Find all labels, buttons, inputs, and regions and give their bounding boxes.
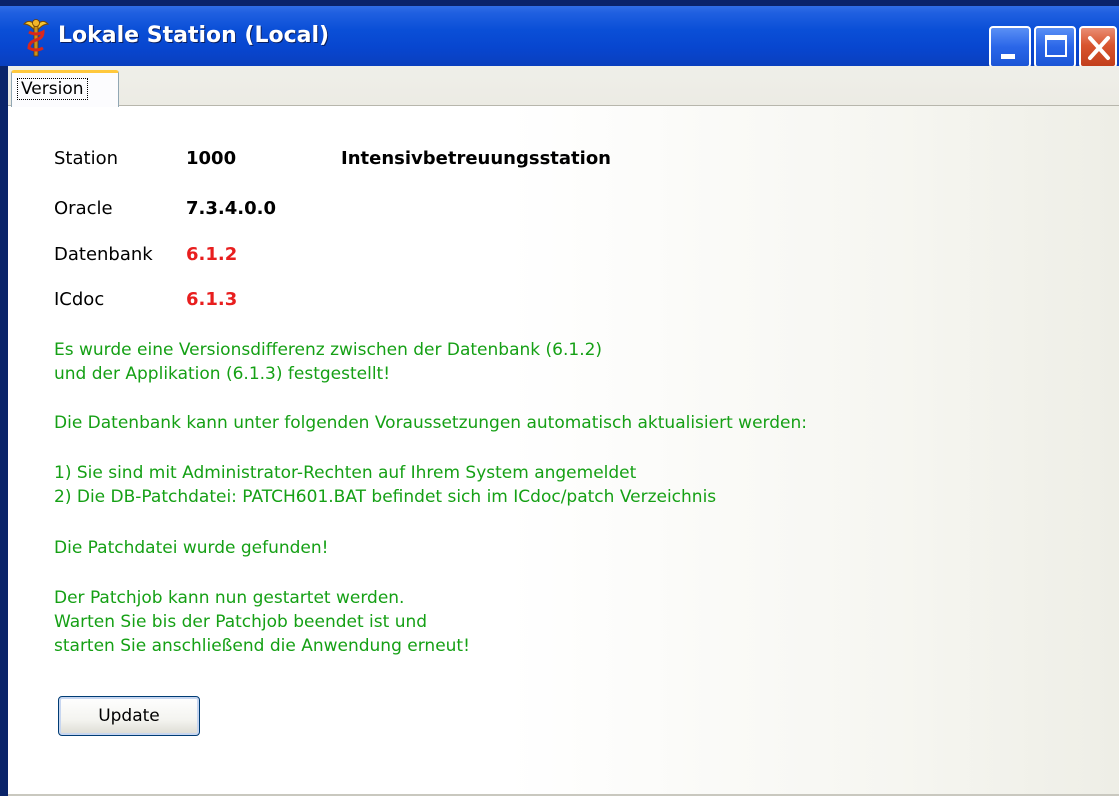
close-button[interactable] [1079,26,1117,68]
message-line: Es wurde eine Versionsdifferenz zwischen… [54,340,603,360]
icdoc-value: 6.1.3 [186,289,238,310]
message-line: Der Patchjob kann nun gestartet werden. [54,588,405,608]
minimize-icon [1001,54,1015,59]
message-line: 2) Die DB-Patchdatei: PATCH601.BAT befin… [54,487,717,507]
datenbank-value: 6.1.2 [186,244,238,265]
maximize-icon [1045,35,1067,57]
application-window: Lokale Station (Local) Version Station 1… [0,0,1119,796]
message-line: starten Sie anschließend die Anwendung e… [54,636,470,656]
update-button[interactable]: Update [58,696,200,736]
message-line: Warten Sie bis der Patchjob beendet ist … [54,612,428,632]
minimize-button[interactable] [989,26,1031,68]
tab-version[interactable]: Version [11,70,119,107]
message-line: 1) Sie sind mit Administrator-Rechten au… [54,463,637,483]
message-line: Die Datenbank kann unter folgenden Vorau… [54,413,807,433]
station-value: 1000 [186,148,237,169]
icdoc-label: ICdoc [54,289,105,310]
caduceus-icon[interactable] [22,18,50,58]
maximize-button[interactable] [1034,26,1076,68]
title-bar[interactable]: Lokale Station (Local) [0,6,1119,68]
message-line: und der Applikation (6.1.3) festgestellt… [54,364,391,384]
tab-version-label: Version [17,78,88,100]
window-title: Lokale Station (Local) [58,23,330,48]
station-name: Intensivbetreuungsstation [341,148,611,169]
client-area: Version Station 1000 Intensivbetreuungss… [8,66,1119,796]
oracle-label: Oracle [54,198,113,219]
oracle-value: 7.3.4.0.0 [186,198,276,219]
station-label: Station [54,148,118,169]
datenbank-label: Datenbank [54,244,153,265]
tab-strip: Version [8,66,1119,107]
message-line: Die Patchdatei wurde gefunden! [54,538,329,558]
close-icon [1088,36,1110,60]
